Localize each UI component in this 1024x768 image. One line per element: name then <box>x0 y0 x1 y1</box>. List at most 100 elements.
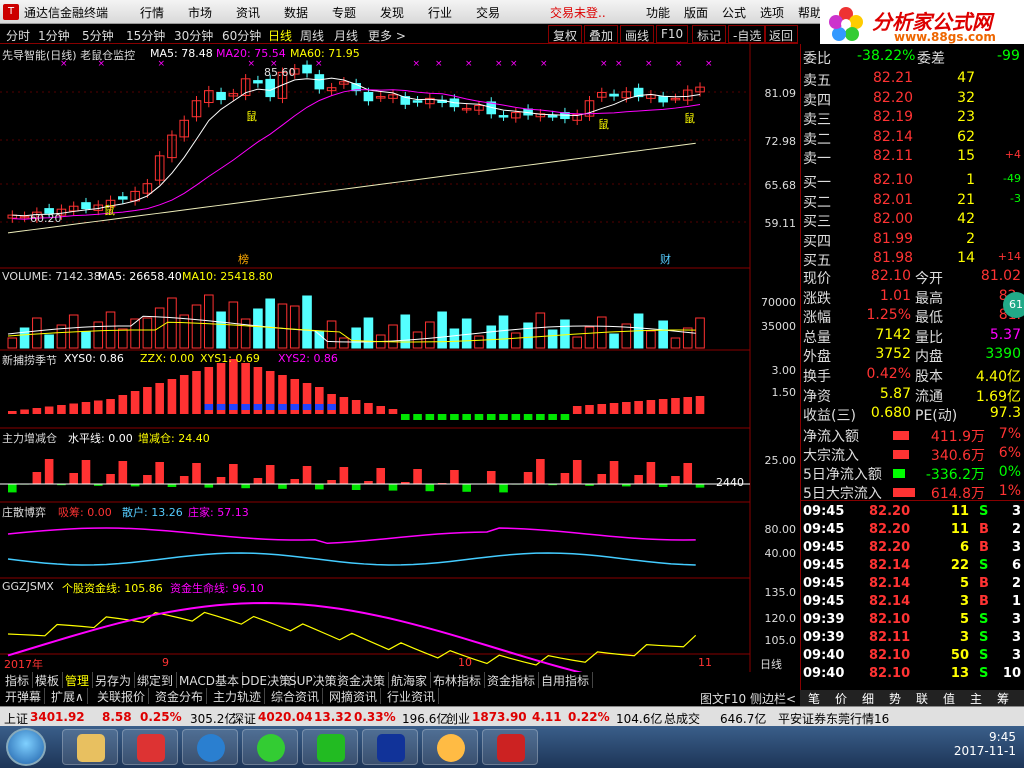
time-axis-oct: 10 <box>458 656 472 669</box>
ask-row[interactable]: 卖三 82.19 23 <box>801 109 1024 128</box>
ind2-bar <box>339 467 349 484</box>
f10-text-tab[interactable]: 图文F10 <box>700 690 746 707</box>
period-1min[interactable]: 1分钟 <box>38 27 70 44</box>
sidebar-toggle[interactable]: 侧边栏< <box>750 690 796 707</box>
flow-bar <box>893 431 909 440</box>
indicator-tab[interactable]: 模板 <box>32 672 64 688</box>
explorer-icon[interactable] <box>62 729 118 765</box>
menu-layout[interactable]: 版面 <box>684 4 708 21</box>
bid-row[interactable]: 买一 82.10 1 -49 <box>801 172 1024 191</box>
draw-line-button[interactable]: 画线 <box>620 25 655 43</box>
bid-row[interactable]: 买五 81.98 14 +14 <box>801 250 1024 269</box>
mark-button[interactable]: 标记 <box>692 25 727 43</box>
menu-trade-login[interactable]: 交易未登.. <box>550 4 606 21</box>
chart-area[interactable]: × × × × × × × × × × × × × × × × × 先导智能(日线) 老鼠仓监控 MA5: 78… <box>0 44 798 693</box>
add-watchlist-button[interactable]: -自选 <box>728 25 767 43</box>
indicator-tab[interactable]: 资金指标 <box>484 672 540 688</box>
feature-tab[interactable]: 主力轨迹 <box>210 688 266 704</box>
paint-icon[interactable] <box>422 729 478 765</box>
indicator-tab[interactable]: 资金决策 <box>334 672 390 688</box>
right-tab[interactable]: 细 <box>862 690 874 707</box>
feature-tab[interactable]: 综合资讯 <box>268 688 324 704</box>
bid-row[interactable]: 买四 81.99 2 <box>801 231 1024 250</box>
period-intraday[interactable]: 分时 <box>6 27 30 44</box>
menu-discover[interactable]: 发现 <box>380 4 404 21</box>
menu-options[interactable]: 选项 <box>760 4 784 21</box>
volume-y-tick: 70000 <box>761 296 796 309</box>
indicator-tab[interactable]: 航海家 <box>388 672 432 688</box>
wechat-icon[interactable] <box>302 729 358 765</box>
ask-row[interactable]: 卖四 82.20 32 <box>801 90 1024 109</box>
ind1-bar <box>560 414 570 420</box>
stock-app-icon[interactable] <box>482 729 538 765</box>
menu-trade[interactable]: 交易 <box>476 4 500 21</box>
f10-button[interactable]: F10 <box>656 25 689 43</box>
chart-app-icon[interactable] <box>122 729 178 765</box>
indicator-tab[interactable]: 绑定到 <box>134 672 178 688</box>
period-daily[interactable]: 日线 <box>268 27 292 44</box>
feature-tab[interactable]: 开弹幕 <box>2 688 46 704</box>
tdx-app-icon[interactable] <box>362 729 418 765</box>
period-monthly[interactable]: 月线 <box>334 27 358 44</box>
volume-bar <box>326 320 337 349</box>
right-tab[interactable]: 联 <box>916 690 928 707</box>
ind2-bar <box>388 484 398 491</box>
bid-row[interactable]: 买三 82.00 42 <box>801 211 1024 230</box>
ask-row[interactable]: 卖一 82.11 15 +4 <box>801 148 1024 167</box>
main-y-tick: 81.09 <box>764 87 797 100</box>
bid-label: 买三 <box>803 214 831 231</box>
indicator-tab[interactable]: 另存为 <box>92 672 136 688</box>
indicator-tab[interactable]: SUP决策 <box>286 672 341 688</box>
menu-quotes[interactable]: 行情 <box>140 4 164 21</box>
menu-news[interactable]: 资讯 <box>236 4 260 21</box>
windows-start-button[interactable] <box>6 728 46 766</box>
indicator-tab[interactable]: 指标 <box>2 672 34 688</box>
period-30min[interactable]: 30分钟 <box>174 27 213 44</box>
right-tab[interactable]: 势 <box>889 690 901 707</box>
bid-row[interactable]: 买二 82.01 21 -3 <box>801 192 1024 211</box>
menu-data[interactable]: 数据 <box>284 4 308 21</box>
period-more[interactable]: 更多 > <box>368 27 406 44</box>
feature-tab[interactable]: 关联报价 <box>94 688 150 704</box>
side-badge[interactable]: 61 <box>1003 292 1024 318</box>
ask-row[interactable]: 卖五 82.21 47 <box>801 70 1024 89</box>
stat-label: 内盘 <box>915 349 943 366</box>
stat-value: 3390 <box>985 346 1021 363</box>
menu-function[interactable]: 功能 <box>646 4 670 21</box>
menu-topics[interactable]: 专题 <box>332 4 356 21</box>
period-5min[interactable]: 5分钟 <box>82 27 114 44</box>
indicator-tab[interactable]: 自用指标 <box>538 672 594 688</box>
feature-tab[interactable]: 资金分布 <box>152 688 208 704</box>
menu-formula[interactable]: 公式 <box>722 4 746 21</box>
sync-app-icon[interactable] <box>242 729 298 765</box>
feature-tab[interactable]: 网摘资讯 <box>326 688 382 704</box>
candle-body <box>658 96 668 103</box>
menu-industry[interactable]: 行业 <box>428 4 452 21</box>
back-button[interactable]: 返回 <box>764 25 798 43</box>
indicator-tab[interactable]: 布林指标 <box>430 672 486 688</box>
period-60min[interactable]: 60分钟 <box>222 27 261 44</box>
menu-market[interactable]: 市场 <box>188 4 212 21</box>
menu-help[interactable]: 帮助 <box>798 4 822 21</box>
period-15min[interactable]: 15分钟 <box>126 27 165 44</box>
right-tab[interactable]: 价 <box>835 690 847 707</box>
feature-tab[interactable]: 扩展∧ <box>48 688 88 704</box>
period-weekly[interactable]: 周线 <box>300 27 324 44</box>
right-tab[interactable]: 值 <box>943 690 955 707</box>
volume-bar <box>695 317 705 349</box>
right-tab[interactable]: 筹 <box>997 690 1009 707</box>
overlay-button[interactable]: 叠加 <box>584 25 619 43</box>
ask-row[interactable]: 卖二 82.14 62 <box>801 129 1024 148</box>
tick-time: 09:40 <box>803 666 845 681</box>
system-clock[interactable]: 9:45 2017-11-1 <box>936 730 1016 758</box>
right-tab[interactable]: 主 <box>970 690 982 707</box>
flow-label: 5日净流入额 <box>803 467 882 483</box>
restore-rights-button[interactable]: 复权 <box>548 25 583 43</box>
k-app-icon[interactable] <box>182 729 238 765</box>
indicator-tab[interactable]: MACD基本 <box>176 672 243 688</box>
stat-value: 1.25% <box>866 307 911 324</box>
feature-tab[interactable]: 行业资讯 <box>384 688 440 704</box>
ind2-bar <box>302 466 312 484</box>
indicator-tab[interactable]: 管理 <box>62 672 94 688</box>
right-tab[interactable]: 笔 <box>808 690 820 707</box>
